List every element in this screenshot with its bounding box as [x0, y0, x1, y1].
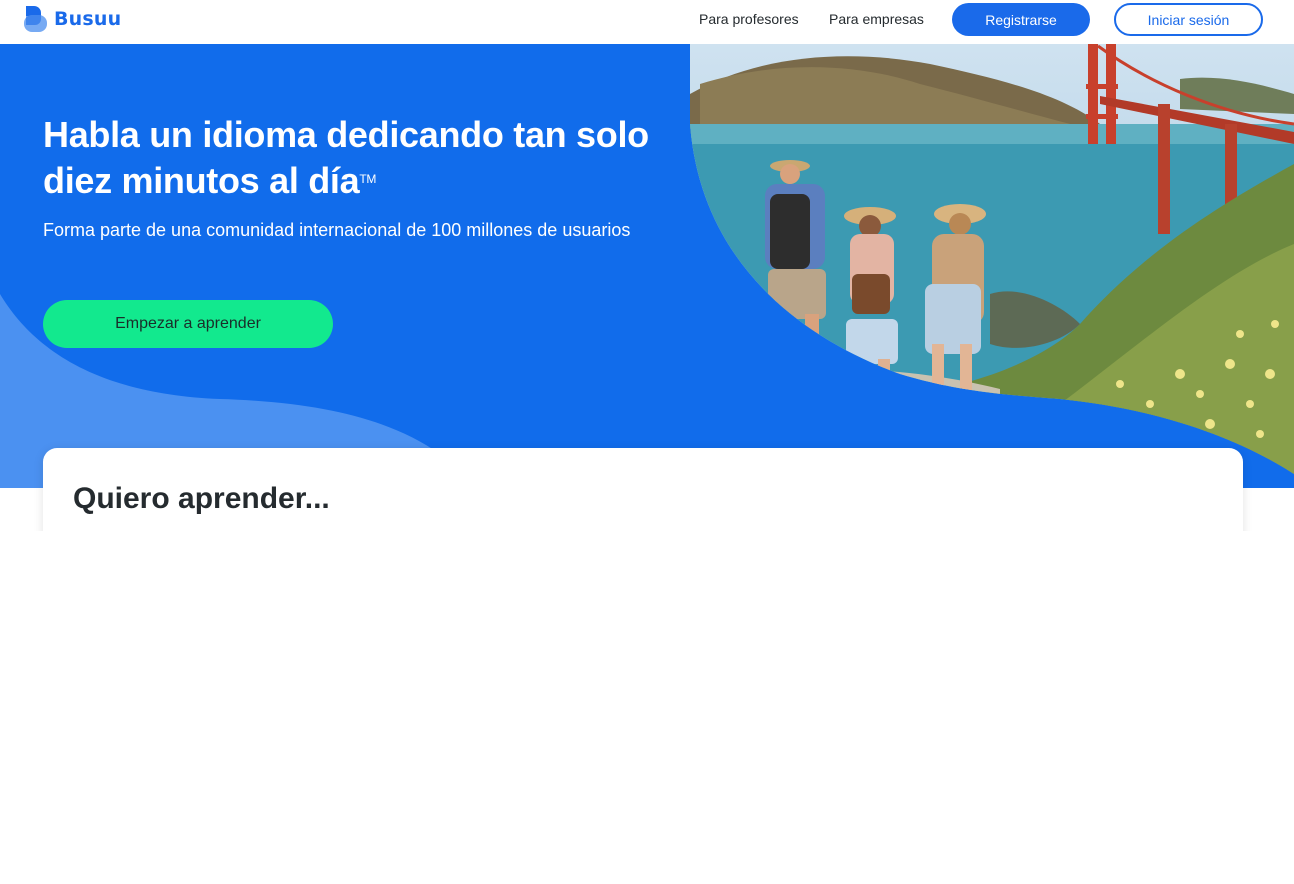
start-learning-button[interactable]: Empezar a aprender	[43, 300, 333, 348]
site-header: Busuu Para profesores Para empresas Regi…	[0, 0, 1294, 44]
hero-title: Habla un idioma dedicando tan solo diez …	[43, 112, 663, 204]
busuu-logo-icon	[24, 6, 47, 32]
hero-subtitle: Forma parte de una comunidad internacion…	[43, 220, 631, 240]
nav-link-business[interactable]: Para empresas	[829, 11, 924, 27]
hero-background	[0, 44, 1294, 488]
trademark-mark: TM	[359, 172, 377, 186]
hero-photo	[690, 44, 1294, 474]
language-picker-heading: Quiero aprender...	[73, 482, 330, 515]
logo-text: Busuu	[54, 8, 122, 30]
hero-title-text: Habla un idioma dedicando tan solo diez …	[43, 114, 649, 201]
hero-section: Habla un idioma dedicando tan solo diez …	[0, 44, 1294, 488]
busuu-logo[interactable]: Busuu	[23, 5, 121, 33]
unrendered-area	[0, 531, 1294, 884]
nav-link-teachers[interactable]: Para profesores	[699, 11, 799, 27]
traveler-1	[765, 160, 826, 384]
register-button[interactable]: Registrarse	[952, 3, 1090, 36]
login-button[interactable]: Iniciar sesión	[1114, 3, 1263, 36]
